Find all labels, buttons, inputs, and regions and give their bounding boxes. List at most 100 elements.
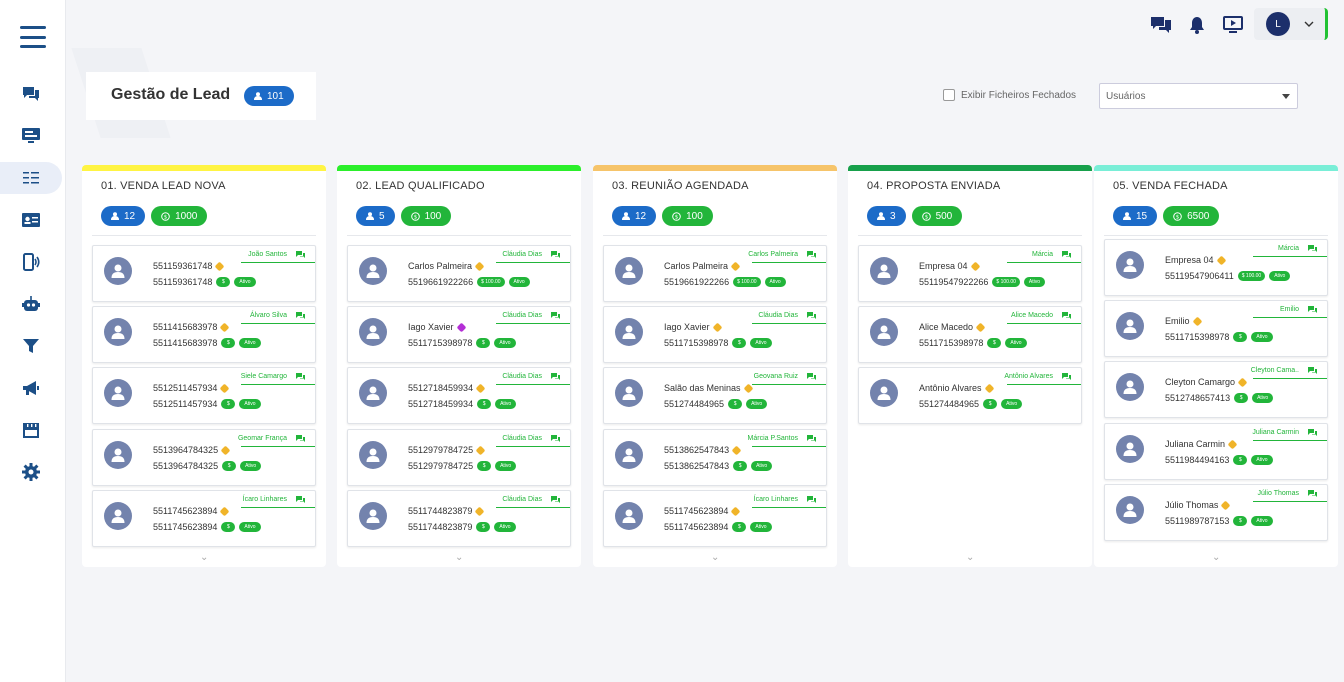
- contact-card-icon[interactable]: [0, 204, 62, 236]
- chevron-down-icon[interactable]: ⌄: [966, 552, 974, 563]
- user-icon: [622, 509, 636, 523]
- lead-card[interactable]: Empresa 04 55119547906411 $ 100.00 Ativo…: [1104, 239, 1328, 296]
- chat-icon[interactable]: [296, 435, 305, 443]
- chat-icon[interactable]: [1062, 373, 1071, 381]
- lead-card[interactable]: Iago Xavier 551171539897​8 $ Ativo Cláud…: [347, 306, 571, 363]
- robot-icon[interactable]: [0, 288, 62, 320]
- owner-underline: [752, 323, 826, 324]
- lead-name: Carlos Palmeira: [664, 261, 741, 271]
- value-pill: $: [1233, 455, 1248, 465]
- show-closed-files-toggle[interactable]: Exibir Ficheiros Fechados: [943, 89, 1076, 101]
- owner-underline: [241, 507, 315, 508]
- lead-card[interactable]: 5512511457934 5512511457934 $ Ativo Siel…: [92, 367, 316, 424]
- lead-card[interactable]: 5511745623894 5511745623894 $ Ativo Ícar…: [603, 490, 827, 547]
- owner-underline: [1253, 440, 1327, 441]
- messages-icon[interactable]: [1150, 14, 1172, 36]
- lead-card[interactable]: 5512979784725 5512979784725 $ Ativo Cláu…: [347, 429, 571, 486]
- status-badge: Ativo: [234, 277, 256, 287]
- chat-icon[interactable]: [1062, 251, 1071, 259]
- lead-card[interactable]: Carlos Palmeira 5519661922266 $ 100.00 A…: [347, 245, 571, 302]
- chat-icon[interactable]: [807, 373, 816, 381]
- chevron-down-icon[interactable]: ⌄: [455, 552, 463, 563]
- gear-icon[interactable]: [0, 456, 62, 488]
- lead-card[interactable]: Alice Macedo 5511715398978 $ Ativo Alice…: [858, 306, 1082, 363]
- chat-icon[interactable]: [551, 251, 560, 259]
- lead-card[interactable]: Empresa 04 5511954792226​6 $ 100.00 Ativ…: [858, 245, 1082, 302]
- lead-phone: 5512748657413 $ Ativo: [1165, 393, 1274, 403]
- lead-card[interactable]: 5513964784325 5513964784325 $ Ativo Geom…: [92, 429, 316, 486]
- lead-card[interactable]: 5511415683978 5511415683978 $ Ativo Álva…: [92, 306, 316, 363]
- tag-icon: [475, 383, 486, 393]
- lead-card[interactable]: Carlos Palmeira 5519661922266 $ 100.00 A…: [603, 245, 827, 302]
- users-select[interactable]: Usuários: [1099, 83, 1298, 109]
- chat-icon[interactable]: [807, 435, 816, 443]
- lead-owner: Geovana Ruiz: [753, 373, 798, 380]
- monitor-icon[interactable]: [0, 120, 62, 152]
- chat-icon[interactable]: [296, 373, 305, 381]
- chat-icon[interactable]: [807, 312, 816, 320]
- lead-name: Empresa 04: [1165, 255, 1226, 265]
- tag-icon: [730, 261, 741, 271]
- lead-card[interactable]: 5511744823879 5511744823879 $ Ativo Cláu…: [347, 490, 571, 547]
- kanban-list-icon[interactable]: [0, 162, 62, 194]
- chat-icon[interactable]: [807, 496, 816, 504]
- status-badge: Ativo: [1252, 393, 1274, 403]
- chat-icon[interactable]: [1308, 490, 1317, 498]
- chat-icon[interactable]: [0, 78, 62, 110]
- owner-underline: [496, 323, 570, 324]
- user-icon: [622, 212, 630, 220]
- chat-icon[interactable]: [551, 496, 560, 504]
- user-icon: [1123, 380, 1137, 394]
- chat-icon[interactable]: [296, 251, 305, 259]
- svg-text:$: $: [164, 214, 168, 220]
- lead-card[interactable]: 5512718459934 5512718459934 $ Ativo Cláu…: [347, 367, 571, 424]
- avatar: [615, 379, 643, 407]
- chat-icon[interactable]: [1308, 367, 1317, 375]
- column-summary: 12 $ 100: [612, 206, 713, 226]
- lead-card[interactable]: 5513862547843 5513862547843 $ Ativo Márc…: [603, 429, 827, 486]
- value-pill: $: [216, 277, 231, 287]
- tag-icon: [219, 506, 230, 516]
- chat-icon[interactable]: [296, 496, 305, 504]
- owner-underline: [496, 446, 570, 447]
- chat-icon[interactable]: [296, 312, 305, 320]
- lead-card[interactable]: Antônio Alvares 551274484965 $ Ativo Ant…: [858, 367, 1082, 424]
- checkbox[interactable]: [943, 89, 955, 101]
- lead-card[interactable]: 551159361748 551159361748 $ Ativo João S…: [92, 245, 316, 302]
- lead-owner: Emilio: [1279, 306, 1299, 313]
- screen-play-icon[interactable]: [1222, 14, 1244, 36]
- chat-icon[interactable]: [1308, 306, 1317, 314]
- phone-sound-icon[interactable]: [0, 246, 62, 278]
- chat-icon[interactable]: [1308, 429, 1317, 437]
- chat-icon[interactable]: [1308, 245, 1317, 253]
- lead-owner: Ícaro Linhares: [753, 496, 798, 503]
- lead-owner: Geomar França: [237, 435, 287, 442]
- chevron-down-icon[interactable]: ⌄: [1212, 552, 1220, 563]
- filter-icon[interactable]: [0, 330, 62, 362]
- chat-icon[interactable]: [551, 373, 560, 381]
- column-title: 05. VENDA FECHADA: [1113, 180, 1228, 192]
- status-badge: Ativo: [240, 461, 262, 471]
- lead-name: 5512979784725: [408, 445, 486, 455]
- user-menu[interactable]: L: [1254, 8, 1328, 40]
- chevron-down-icon[interactable]: ⌄: [200, 552, 208, 563]
- lead-card[interactable]: Juliana Carmin 5511984494163 $ Ativo Jul…: [1104, 423, 1328, 480]
- lead-card[interactable]: Iago Xavier 5511715398978 $ Ativo Cláudi…: [603, 306, 827, 363]
- chat-icon[interactable]: [551, 312, 560, 320]
- tag-icon: [219, 383, 230, 393]
- menu-icon[interactable]: [20, 26, 46, 48]
- lead-phone: 5512979784725 $ Ativo: [408, 461, 517, 471]
- chat-icon[interactable]: [551, 435, 560, 443]
- lead-card[interactable]: Emilio 5511715398978 $ Ativo Emilio: [1104, 300, 1328, 357]
- lead-card[interactable]: Júlio Thomas 5511989787153 $ Ativo Júlio…: [1104, 484, 1328, 541]
- column-title: 04. PROPOSTA ENVIADA: [867, 180, 1001, 192]
- bell-icon[interactable]: [1186, 14, 1208, 36]
- chevron-down-icon[interactable]: ⌄: [711, 552, 719, 563]
- lead-card[interactable]: Salão das Meninas 551274484965 $ Ativo G…: [603, 367, 827, 424]
- chat-icon[interactable]: [807, 251, 816, 259]
- chat-icon[interactable]: [1062, 312, 1071, 320]
- lead-card[interactable]: 5511745623894 5511745623894 $ Ativo Ícar…: [92, 490, 316, 547]
- megaphone-icon[interactable]: [0, 372, 62, 404]
- store-icon[interactable]: [0, 414, 62, 446]
- lead-card[interactable]: Cleyton Camargo 5512748657413 $ Ativo Cl…: [1104, 361, 1328, 418]
